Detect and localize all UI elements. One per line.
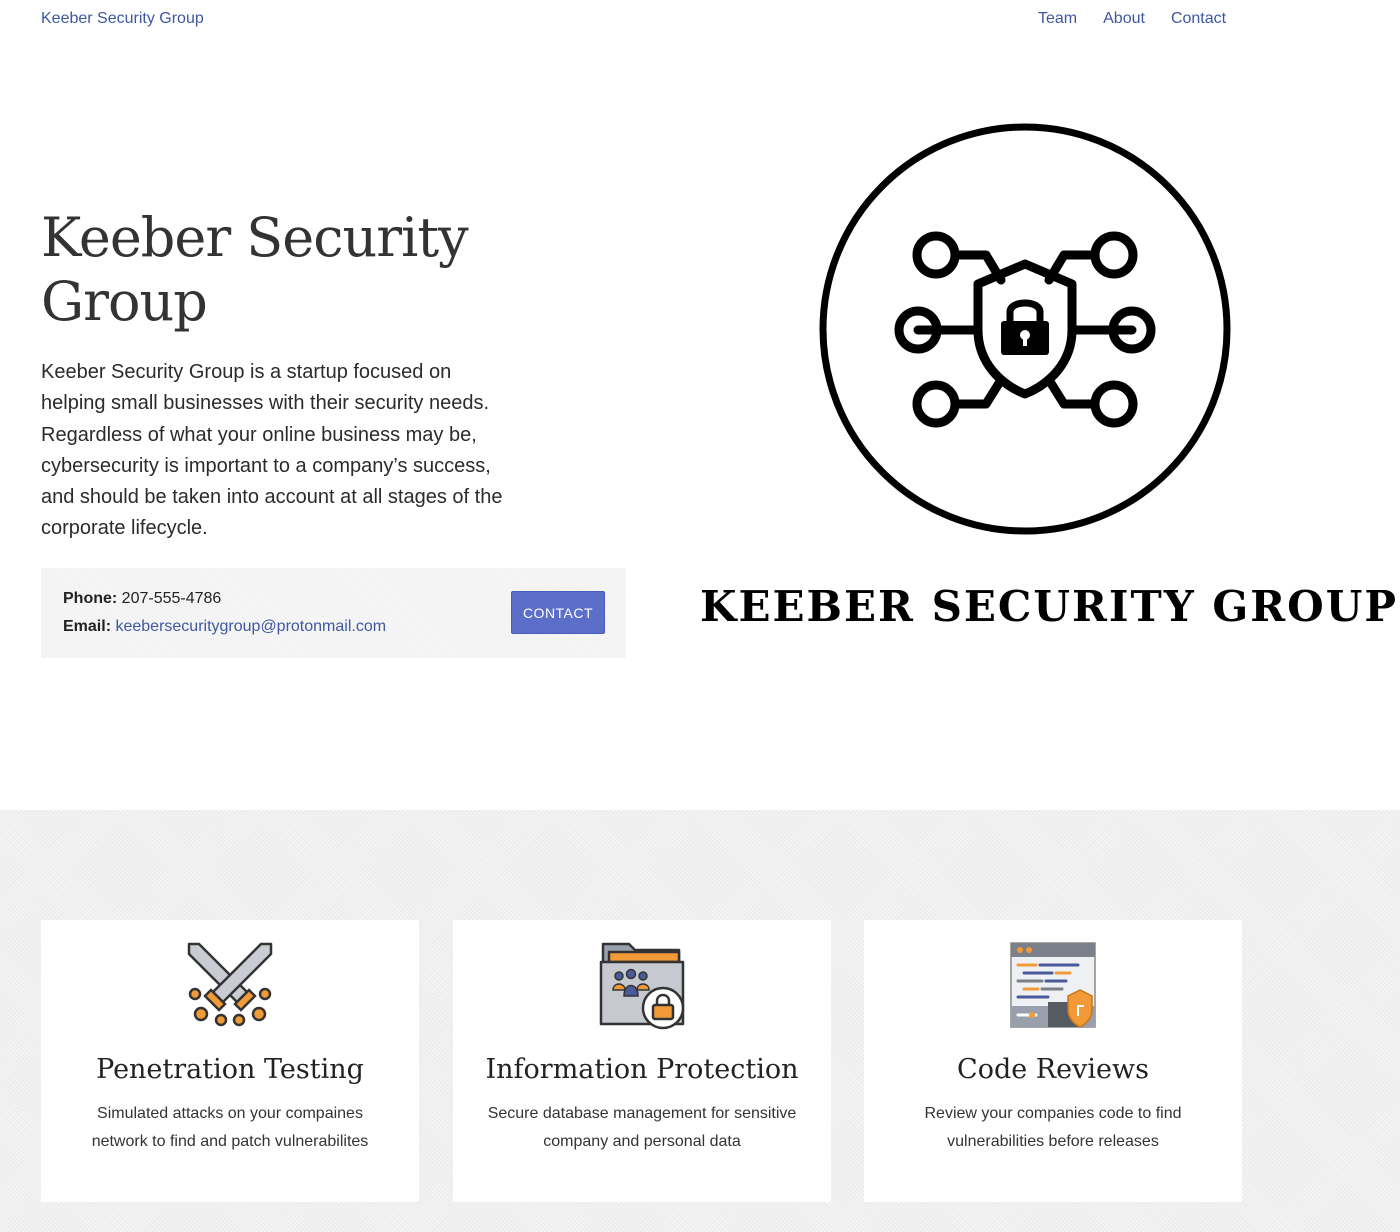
service-description: Review your companies code to find vulne… xyxy=(924,1105,1182,1150)
nav-link-team[interactable]: Team xyxy=(1038,10,1077,28)
hero-title: Keeber Security Group xyxy=(41,206,469,333)
service-description: Secure database management for sensitive… xyxy=(487,1105,797,1150)
email-label: Email: xyxy=(63,618,112,635)
service-card-information-protection: Information Protection Secure database m… xyxy=(453,920,831,1202)
crossed-swords-icon xyxy=(187,942,273,1027)
top-nav: Keeber Security Group Team About Contact xyxy=(0,0,1400,42)
phone-number: 207-555-4786 xyxy=(121,590,222,607)
logo-wordmark: KEEBER SECURITY GROUP xyxy=(700,582,1398,631)
shield-network-logo-icon xyxy=(819,123,1231,535)
code-shield-icon xyxy=(1010,942,1096,1028)
phone-line: Phone: 207-555-4786 xyxy=(63,590,221,608)
service-card-penetration-testing: Penetration Testing Simulated attacks on… xyxy=(41,920,419,1202)
service-card-code-reviews: Code Reviews Review your companies code … xyxy=(864,920,1242,1202)
contact-info-box: Phone: 207-555-4786 Email: keebersecurit… xyxy=(41,568,626,658)
nav-link-about[interactable]: About xyxy=(1103,10,1145,28)
service-description: Simulated attacks on your compaines netw… xyxy=(91,1105,369,1150)
services-section: Penetration Testing Simulated attacks on… xyxy=(0,810,1400,1232)
service-title: Penetration Testing xyxy=(96,1054,364,1085)
email-line: Email: keebersecuritygroup@protonmail.co… xyxy=(63,618,386,636)
phone-label: Phone: xyxy=(63,590,118,607)
nav-links: Team About Contact xyxy=(1038,10,1226,28)
nav-link-contact[interactable]: Contact xyxy=(1171,10,1226,28)
service-title: Code Reviews xyxy=(957,1054,1149,1085)
service-title: Information Protection xyxy=(485,1054,799,1085)
hero-description: Keeber Security Group is a startup focus… xyxy=(41,361,503,540)
email-link[interactable]: keebersecuritygroup@protonmail.com xyxy=(115,618,386,635)
brand-link[interactable]: Keeber Security Group xyxy=(41,10,204,28)
contact-button[interactable]: CONTACT xyxy=(511,591,605,634)
locked-folder-icon xyxy=(599,942,685,1030)
